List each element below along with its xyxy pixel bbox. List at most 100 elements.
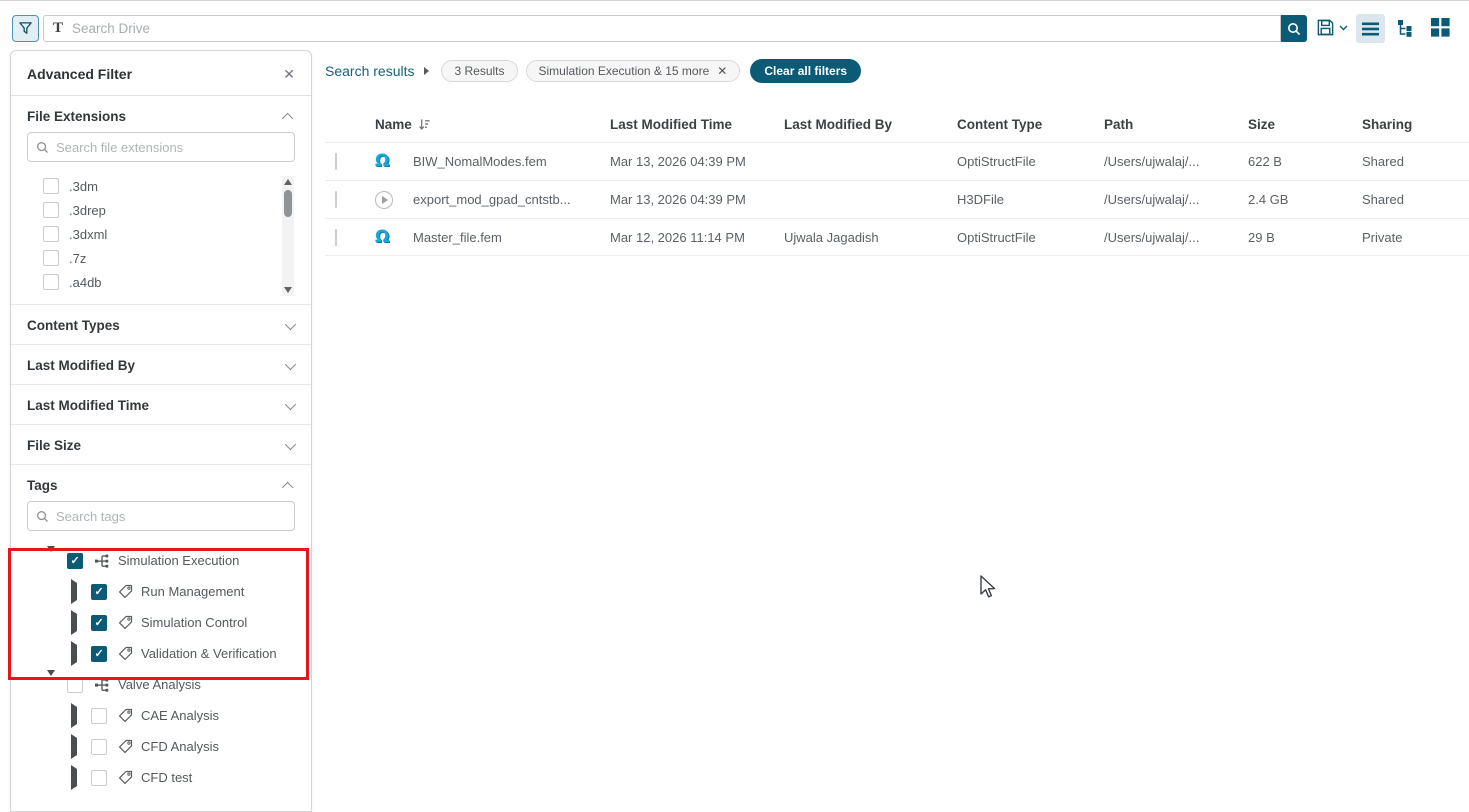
tree-view-button[interactable]: [1397, 19, 1415, 42]
column-header-sharing[interactable]: Sharing: [1362, 117, 1469, 132]
section-last-modified-time: Last Modified Time: [11, 385, 311, 425]
section-title: Last Modified Time: [27, 398, 149, 413]
checkbox[interactable]: [43, 226, 59, 242]
checkbox-unchecked[interactable]: [91, 708, 107, 724]
table-row[interactable]: export_mod_gpad_cntstb... Mar 13, 2026 0…: [325, 180, 1469, 218]
section-header-tags[interactable]: Tags: [11, 465, 311, 498]
tag-label: Validation & Verification: [141, 646, 277, 661]
extension-option[interactable]: .a4db: [11, 270, 311, 294]
mouse-cursor: [978, 575, 998, 601]
advanced-filter-button[interactable]: [12, 15, 39, 42]
caret-collapsed-icon[interactable]: [71, 614, 81, 632]
checkbox-unchecked[interactable]: [91, 739, 107, 755]
tag-item-run-management[interactable]: Run Management: [11, 576, 311, 607]
tags-search-input[interactable]: [56, 509, 294, 524]
table-row[interactable]: Ω BIW_NomalModes.fem Mar 13, 2026 04:39 …: [325, 142, 1469, 180]
checkbox-checked[interactable]: [67, 553, 83, 569]
breadcrumb-search-results[interactable]: Search results: [325, 63, 414, 79]
grid-view-button[interactable]: [1431, 18, 1450, 42]
column-header-path[interactable]: Path: [1104, 117, 1248, 132]
section-header-last-modified-by[interactable]: Last Modified By: [11, 345, 311, 384]
clear-all-filters-button[interactable]: Clear all filters: [750, 59, 861, 83]
file-name[interactable]: BIW_NomalModes.fem: [413, 154, 610, 169]
file-size: 29 B: [1248, 230, 1362, 245]
advanced-filter-panel: Advanced Filter ✕ File Extensions .3dm .…: [10, 50, 312, 812]
extension-option[interactable]: .3drep: [11, 198, 311, 222]
close-icon[interactable]: ✕: [283, 67, 295, 81]
file-size: 2.4 GB: [1248, 192, 1362, 207]
caret-collapsed-icon[interactable]: [71, 583, 81, 601]
column-header-name[interactable]: Name: [375, 117, 610, 132]
caret-expanded-icon[interactable]: [47, 676, 57, 694]
tag-item-cae-analysis[interactable]: CAE Analysis: [11, 700, 311, 731]
section-tags: Tags: [11, 465, 311, 799]
breadcrumb-caret-icon: [424, 67, 429, 75]
caret-collapsed-icon[interactable]: [71, 769, 81, 787]
column-header-content-type[interactable]: Content Type: [957, 117, 1104, 132]
tag-item-simulation-control[interactable]: Simulation Control: [11, 607, 311, 638]
chevron-down-icon: [285, 398, 296, 409]
tag-item-cfd-analysis[interactable]: CFD Analysis: [11, 731, 311, 762]
section-header-last-modified-time[interactable]: Last Modified Time: [11, 385, 311, 424]
tag-group-valve-analysis[interactable]: Valve Analysis: [11, 669, 311, 700]
checkbox-checked[interactable]: [91, 646, 107, 662]
search-icon: [36, 510, 49, 523]
tag-group-simulation-execution[interactable]: Simulation Execution: [11, 545, 311, 576]
checkbox[interactable]: [43, 178, 59, 194]
list-view-icon: [1362, 22, 1379, 36]
tag-item-validation-verification[interactable]: Validation & Verification: [11, 638, 311, 669]
row-checkbox[interactable]: [335, 229, 337, 246]
column-header-size[interactable]: Size: [1248, 117, 1362, 132]
results-table: Name Last Modified Time Last Modified By…: [325, 106, 1469, 256]
table-row[interactable]: Ω Master_file.fem Mar 12, 2026 11:14 PM …: [325, 218, 1469, 256]
search-button[interactable]: [1281, 15, 1307, 42]
checkbox-unchecked[interactable]: [91, 770, 107, 786]
caret-collapsed-icon[interactable]: [71, 738, 81, 756]
file-name[interactable]: export_mod_gpad_cntstb...: [413, 192, 610, 207]
list-view-button[interactable]: [1356, 14, 1385, 43]
extension-option[interactable]: .7z: [11, 246, 311, 270]
scroll-up-icon[interactable]: [284, 179, 292, 185]
section-header-file-extensions[interactable]: File Extensions: [11, 96, 311, 129]
extension-option[interactable]: .3dxml: [11, 222, 311, 246]
checkbox[interactable]: [43, 274, 59, 290]
taxonomy-icon: [94, 677, 110, 693]
checkbox-unchecked[interactable]: [67, 677, 83, 693]
section-header-content-types[interactable]: Content Types: [11, 305, 311, 344]
main-content: Search results 3 Results Simulation Exec…: [325, 60, 1469, 256]
section-header-file-size[interactable]: File Size: [11, 425, 311, 464]
tag-label: CFD test: [141, 770, 192, 785]
file-name[interactable]: Master_file.fem: [413, 230, 610, 245]
checkbox-checked[interactable]: [91, 584, 107, 600]
save-search-button[interactable]: [1316, 18, 1348, 37]
checkbox-checked[interactable]: [91, 615, 107, 631]
row-checkbox[interactable]: [335, 153, 337, 170]
checkbox[interactable]: [43, 202, 59, 218]
checkbox[interactable]: [43, 250, 59, 266]
row-checkbox[interactable]: [335, 191, 337, 208]
file-extensions-search-input[interactable]: [56, 140, 294, 155]
tag-item-cfd-test[interactable]: CFD test: [11, 762, 311, 793]
sharing-status: Private: [1362, 230, 1469, 245]
scroll-down-icon[interactable]: [284, 287, 292, 293]
caret-expanded-icon[interactable]: [47, 552, 57, 570]
last-modified-by: Ujwala Jagadish: [784, 230, 957, 245]
search-input[interactable]: [72, 21, 1280, 36]
extension-option[interactable]: .3dm: [11, 174, 311, 198]
column-header-last-modified-time[interactable]: Last Modified Time: [610, 117, 784, 132]
file-size: 622 B: [1248, 154, 1362, 169]
remove-filter-icon[interactable]: ✕: [717, 64, 727, 78]
scrollbar[interactable]: [282, 176, 294, 296]
search-icon: [36, 141, 49, 154]
column-header-last-modified-by[interactable]: Last Modified By: [784, 117, 957, 132]
content-type: H3DFile: [957, 192, 1104, 207]
section-title: File Size: [27, 438, 81, 453]
active-filters-label: Simulation Execution & 15 more: [539, 64, 710, 78]
scrollbar-thumb[interactable]: [284, 190, 292, 217]
caret-collapsed-icon[interactable]: [71, 707, 81, 725]
tag-label: Simulation Execution: [118, 553, 239, 568]
tag-icon: [118, 739, 133, 754]
chevron-up-icon: [282, 112, 293, 123]
tag-icon: [118, 770, 133, 785]
caret-collapsed-icon[interactable]: [71, 645, 81, 663]
